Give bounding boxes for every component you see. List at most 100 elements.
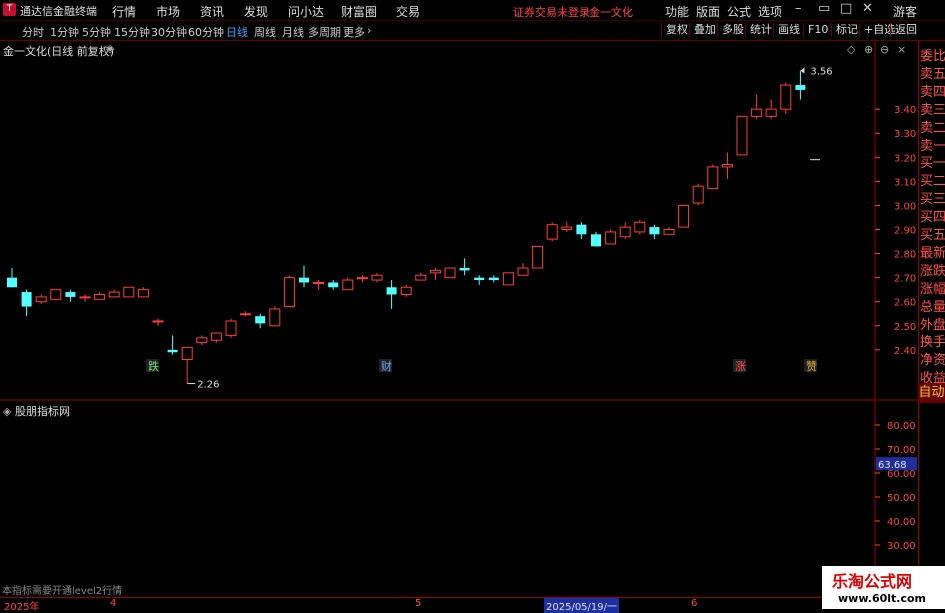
menu-wealth-circle[interactable]: 财富圈 <box>341 3 377 20</box>
f10-button[interactable]: F10 <box>803 23 832 37</box>
side-item[interactable]: 委比 <box>920 45 945 64</box>
indicator-settings-icon[interactable]: ◈ <box>3 405 11 418</box>
candle-body <box>283 277 295 308</box>
candle-body <box>342 279 354 291</box>
menu-ask[interactable]: 问小达 <box>288 3 324 20</box>
side-item[interactable]: 买三 <box>920 188 945 207</box>
candle-body <box>356 277 368 280</box>
period-60min[interactable]: 60分钟 <box>188 24 224 40</box>
zoom-out-icon[interactable]: ⊖ <box>880 43 889 56</box>
date-cursor-label: 2025/05/19/一 <box>544 598 620 613</box>
app-logo-icon: T <box>3 3 16 16</box>
chart-settings-icon[interactable]: ◈ <box>106 42 114 55</box>
close-chart-icon[interactable]: × <box>897 43 906 56</box>
period-weekly[interactable]: 周线 <box>254 24 276 40</box>
date-label-jun: 6 <box>691 598 698 609</box>
watermark: 乐淘公式网 www.60lt.com <box>822 566 945 609</box>
user-label[interactable]: 游客 <box>893 3 917 20</box>
side-item[interactable]: 买四 <box>920 206 945 225</box>
candle-body <box>780 84 792 110</box>
menu-layout[interactable]: 版面 <box>696 3 720 20</box>
candle-body <box>94 293 106 300</box>
statistics-button[interactable]: 统计 <box>745 23 776 37</box>
menu-functions[interactable]: 功能 <box>665 3 689 20</box>
candle-body <box>502 272 514 286</box>
candle-body <box>663 229 675 235</box>
candle-body <box>474 277 485 281</box>
period-30min[interactable]: 30分钟 <box>151 24 187 40</box>
multi-stock-button[interactable]: 多股 <box>717 23 748 37</box>
mark-button[interactable]: 标记 <box>831 23 862 37</box>
price-tick-label: 3.40 <box>894 105 916 116</box>
price-tick-label: 3.00 <box>894 201 916 212</box>
side-item[interactable]: 卖一 <box>920 135 945 154</box>
close-icon[interactable]: ✕ <box>862 1 873 16</box>
side-item[interactable]: 涨幅 <box>920 278 945 297</box>
current-stock-name: 金一文化 <box>589 6 633 19</box>
menu-discover[interactable]: 发现 <box>244 3 268 20</box>
candle-body <box>167 349 178 353</box>
side-item[interactable]: 涨跌 <box>920 260 945 279</box>
menu-formula[interactable]: 公式 <box>727 3 751 20</box>
auto-button[interactable]: 自动 <box>918 383 945 403</box>
candle-body <box>371 274 383 281</box>
period-multi[interactable]: 多周期 <box>308 24 341 40</box>
side-item[interactable]: 买五 <box>920 224 945 243</box>
candle-body <box>210 332 222 341</box>
side-item[interactable]: 外盘 <box>920 314 945 333</box>
date-axis: 2025年 4 5 2025/05/19/一 6 <box>0 597 875 613</box>
candle-body <box>181 346 193 360</box>
event-marker: 财 <box>381 359 392 373</box>
maximize-icon[interactable]: □ <box>840 1 852 16</box>
side-item[interactable]: 买二 <box>920 170 945 189</box>
side-item[interactable]: 买一 <box>920 152 945 171</box>
candle-body <box>269 308 281 327</box>
restore-icon[interactable]: ▭ <box>818 1 830 16</box>
ind-tick-label: 70.00 <box>887 445 916 456</box>
candle-body <box>678 204 690 228</box>
period-monthly[interactable]: 月线 <box>282 24 304 40</box>
zoom-icon[interactable]: ⊕ <box>864 43 873 56</box>
date-label-may: 5 <box>415 598 422 609</box>
candle-body <box>619 226 631 238</box>
period-daily[interactable]: 日线 <box>226 24 248 40</box>
menu-market[interactable]: 市场 <box>156 3 180 20</box>
overlay-button[interactable]: 叠加 <box>689 23 720 37</box>
period-1min[interactable]: 1分钟 <box>50 24 79 40</box>
price-tick-label: 3.30 <box>894 129 916 140</box>
candle-body <box>415 274 427 281</box>
side-item[interactable]: 卖二 <box>920 117 945 136</box>
side-item[interactable]: 卖五 <box>920 63 945 82</box>
diamond-icon[interactable]: ◇ <box>847 43 855 56</box>
period-more[interactable]: 更多 <box>343 24 365 40</box>
candle-body <box>313 281 325 284</box>
candle-body <box>707 166 719 190</box>
side-item[interactable]: 最新 <box>920 242 945 261</box>
menu-trade[interactable]: 交易 <box>396 3 420 20</box>
watermark-title: 乐淘公式网 <box>832 572 913 591</box>
period-timeshare[interactable]: 分时 <box>22 24 44 40</box>
restore-rights-button[interactable]: 复权 <box>661 23 692 37</box>
draw-line-button[interactable]: 画线 <box>773 23 804 37</box>
period-5min[interactable]: 5分钟 <box>82 24 111 40</box>
menu-news[interactable]: 资讯 <box>200 3 224 20</box>
menu-market-quotes[interactable]: 行情 <box>112 3 136 20</box>
candle-body <box>459 268 470 271</box>
candle-body <box>692 185 704 204</box>
candle-body <box>576 224 587 235</box>
side-item[interactable]: 总量 <box>920 296 945 315</box>
minimize-icon[interactable]: – <box>795 1 802 16</box>
high-arrow <box>800 67 805 74</box>
login-status[interactable]: 证券交易未登录 <box>513 4 590 20</box>
side-item[interactable]: 卖三 <box>920 99 945 118</box>
menu-options[interactable]: 选项 <box>758 3 782 20</box>
chart-area[interactable]: 3.40 3.30 3.20 3.10 3.00 2.90 2.80 2.70 2.60 2.50… <box>0 41 918 597</box>
indicator-name: 股朋指标网 <box>14 405 70 418</box>
candle-body <box>123 286 135 298</box>
side-item[interactable]: 净资 <box>920 349 945 368</box>
chevron-right-icon[interactable]: › <box>367 24 371 37</box>
side-item[interactable]: 卖四 <box>920 81 945 100</box>
side-item[interactable]: 换手 <box>920 331 945 350</box>
period-15min[interactable]: 15分钟 <box>114 24 150 40</box>
back-button[interactable]: 返回 <box>890 23 921 37</box>
